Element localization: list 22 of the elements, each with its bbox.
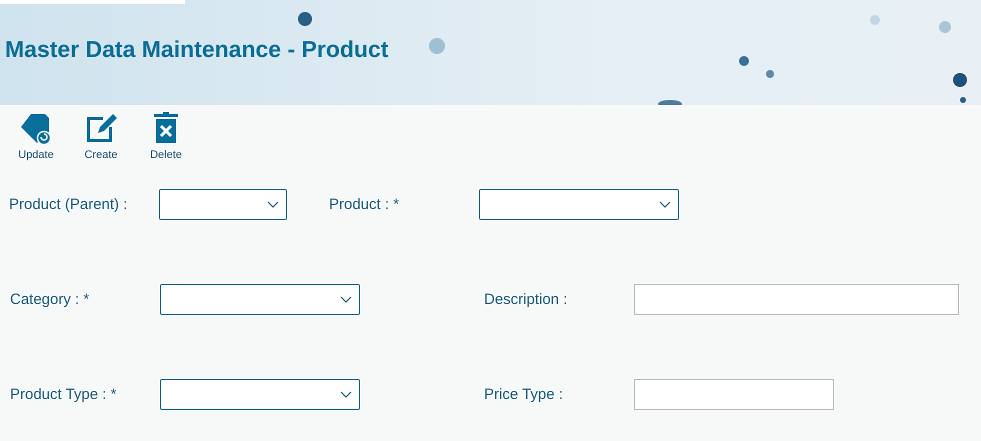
page-title: Master Data Maintenance - Product xyxy=(4,35,388,63)
dropdown-field[interactable] xyxy=(160,378,360,410)
update-button[interactable]: Update xyxy=(4,110,68,165)
edit-icon xyxy=(84,111,118,145)
field-label: Category : * xyxy=(10,290,90,308)
field-label: Price Type : xyxy=(484,386,564,402)
chevron-down-icon xyxy=(340,390,352,398)
chevron-down-icon xyxy=(340,296,352,302)
dropdown-field[interactable] xyxy=(159,188,287,220)
create-button[interactable]: Create xyxy=(69,110,133,165)
delete-button[interactable]: Delete xyxy=(134,110,198,165)
field-label: Description : xyxy=(484,290,568,308)
field-label: Product : * xyxy=(329,196,400,212)
dropdown-field[interactable] xyxy=(160,284,360,314)
dropdown-field[interactable] xyxy=(479,188,679,220)
field-label: Product Type : * xyxy=(10,386,118,402)
input-field[interactable] xyxy=(634,284,959,314)
chevron-down-icon xyxy=(267,200,279,208)
tag-icon xyxy=(19,111,53,145)
input-field[interactable] xyxy=(634,378,834,410)
chevron-down-icon xyxy=(659,200,671,208)
field-label: Product (Parent) : xyxy=(9,196,128,212)
